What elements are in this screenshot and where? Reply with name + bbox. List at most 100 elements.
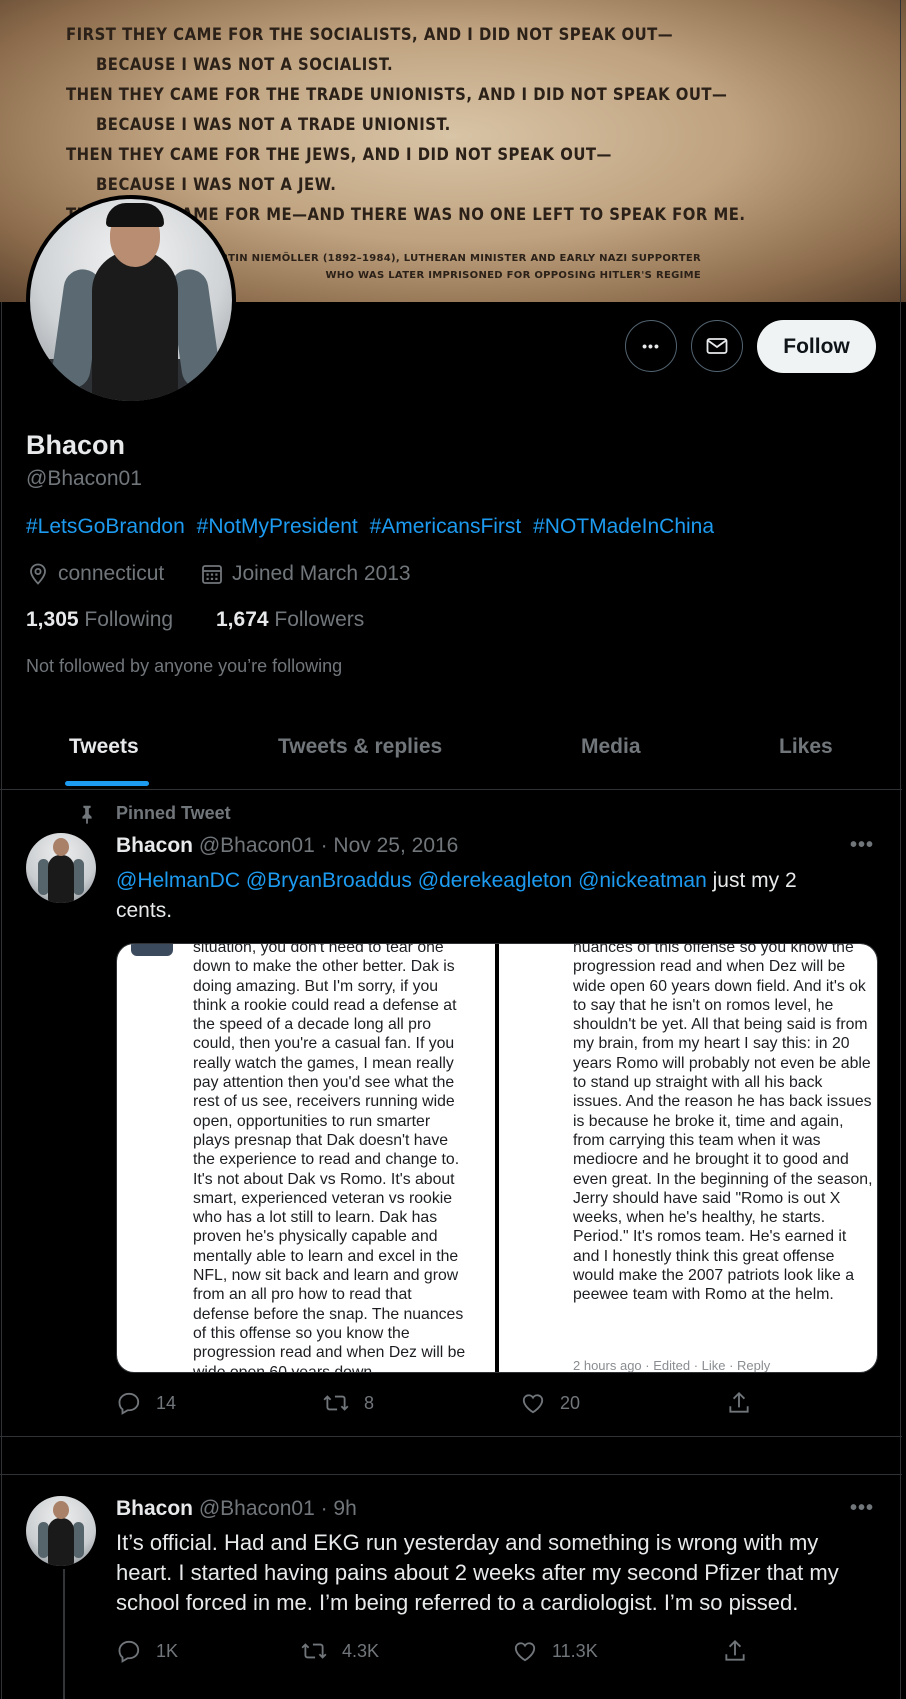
more-button[interactable]: ••• — [625, 320, 677, 372]
tweet-divider — [0, 1474, 902, 1475]
media-right-text: nuances of this offense so you know the … — [573, 944, 873, 1304]
location-icon — [30, 563, 46, 585]
tweet-text: @HelmanDC @BryanBroaddus @derekeagleton … — [116, 866, 856, 926]
tweet-author-handle[interactable]: @Bhacon01 — [199, 834, 315, 857]
profile-handle: @Bhacon01 — [26, 467, 142, 490]
like-icon — [514, 1642, 536, 1662]
retweet-button[interactable]: 4.3K — [300, 1638, 512, 1664]
like-count: 20 — [560, 1392, 581, 1413]
tweet-mention[interactable]: @derekeagleton — [418, 869, 572, 892]
avatar-torso — [48, 855, 74, 903]
reply-icon — [118, 1640, 140, 1663]
banner-line: FIRST THEY CAME FOR THE SOCIALISTS, AND … — [66, 25, 674, 44]
following-link[interactable]: 1,305 Following — [26, 608, 173, 632]
avatar-arm — [73, 859, 84, 895]
avatar-head — [53, 838, 69, 856]
reply-icon — [118, 1392, 140, 1415]
share-icon — [725, 1639, 745, 1661]
banner-line: THEN THEY CAME FOR THE JEWS, AND I DID N… — [66, 145, 612, 164]
tab-tweets[interactable]: Tweets — [69, 735, 139, 759]
tweet-avatar[interactable] — [26, 833, 96, 903]
retweet-button[interactable]: 8 — [322, 1390, 520, 1416]
bio-hashtag[interactable]: #LetsGoBrandon — [26, 515, 185, 538]
avatar-torso — [48, 1518, 74, 1566]
retweet-icon — [301, 1643, 327, 1659]
tweet-more-icon[interactable]: ••• — [850, 834, 874, 857]
like-button[interactable]: 20 — [520, 1390, 726, 1416]
pin-icon — [82, 805, 92, 825]
avatar-head — [53, 1501, 69, 1519]
tabs-divider — [0, 789, 902, 790]
message-button[interactable] — [691, 320, 743, 372]
followers-count: 1,674 — [216, 608, 269, 631]
follow-button[interactable]: Follow — [757, 320, 876, 373]
column-border — [900, 0, 901, 1699]
pinned-label: Pinned Tweet — [116, 803, 231, 823]
media-right-footer: 2 hours ago · Edited · Like · Reply — [573, 1358, 771, 1372]
tweet-author-handle[interactable]: @Bhacon01 — [199, 1497, 315, 1520]
profile-bio: #LetsGoBrandon #NotMyPresident #American… — [26, 515, 720, 539]
banner-quote: FIRST THEY CAME FOR THE SOCIALISTS, AND … — [66, 20, 745, 230]
tweet-timestamp[interactable]: · Nov 25, 2016 — [321, 834, 459, 857]
share-button[interactable] — [726, 1390, 752, 1416]
reply-count: 14 — [156, 1392, 177, 1413]
tweet-author-name[interactable]: Bhacon — [116, 834, 193, 857]
profile-joined: Joined March 2013 — [200, 562, 411, 586]
avatar-arm — [73, 1522, 84, 1558]
like-icon — [522, 1394, 544, 1414]
bio-hashtag[interactable]: #AmericansFirst — [370, 515, 522, 538]
tweet-header: Bhacon @Bhacon01 · 9h — [116, 1497, 357, 1521]
retweet-count: 4.3K — [342, 1640, 380, 1661]
following-count: 1,305 — [26, 608, 79, 631]
tweet-mention[interactable]: @BryanBroaddus — [246, 869, 412, 892]
banner-line: BECAUSE I WAS NOT A JEW. — [96, 175, 337, 194]
tweet-author-name[interactable]: Bhacon — [116, 1497, 193, 1520]
retweet-icon — [323, 1395, 349, 1411]
tweet-timestamp[interactable]: · 9h — [321, 1497, 357, 1520]
location-text: connecticut — [58, 562, 165, 585]
tab-tweets-and-replies[interactable]: Tweets & replies — [278, 735, 442, 759]
tab-media[interactable]: Media — [581, 735, 641, 759]
media-image-right[interactable]: nuances of this offense so you know the … — [499, 944, 877, 1372]
banner-line: BECAUSE I WAS NOT A SOCIALIST. — [96, 55, 394, 74]
retweet-count: 8 — [364, 1392, 375, 1413]
comment-avatar — [131, 944, 173, 956]
banner-line: BECAUSE I WAS NOT A TRADE UNIONIST. — [96, 115, 451, 134]
media-left-text: situation, you don't need to tear one do… — [193, 944, 466, 1372]
profile-avatar[interactable] — [26, 195, 236, 405]
tweet-actions: 14 8 20 — [116, 1390, 776, 1416]
column-border — [1, 302, 2, 1699]
profile-name: Bhacon — [26, 430, 126, 460]
following-label: Following — [84, 608, 174, 631]
tweet-actions: 1K 4.3K 11.3K — [116, 1638, 776, 1664]
banner-line: THEN THEY CAME FOR THE TRADE UNIONISTS, … — [66, 85, 728, 104]
followers-link[interactable]: 1,674 Followers — [216, 608, 364, 632]
followers-label: Followers — [274, 608, 365, 631]
tab-likes[interactable]: Likes — [779, 735, 833, 759]
tweet-header: Bhacon @Bhacon01 · Nov 25, 2016 — [116, 834, 458, 858]
tweet-media[interactable]: situation, you don't need to tear one do… — [116, 943, 878, 1373]
bio-hashtag[interactable]: #NotMyPresident — [197, 515, 358, 538]
tweet-mention[interactable]: @nickeatman — [578, 869, 707, 892]
tweet-text: It’s official. Had and EKG run yesterday… — [116, 1530, 839, 1615]
avatar-torso — [92, 251, 178, 401]
like-button[interactable]: 11.3K — [512, 1638, 722, 1664]
share-icon — [729, 1391, 749, 1413]
tweet-more-icon[interactable]: ••• — [850, 1497, 874, 1520]
tweet-avatar[interactable] — [26, 1496, 96, 1566]
reply-count: 1K — [156, 1640, 179, 1661]
bio-hashtag[interactable]: #NOTMadeInChina — [533, 515, 714, 538]
media-image-left[interactable]: situation, you don't need to tear one do… — [117, 944, 495, 1372]
share-button[interactable] — [722, 1638, 748, 1664]
not-followed-note: Not followed by anyone you’re following — [26, 656, 343, 676]
like-count: 11.3K — [552, 1640, 598, 1661]
reply-button[interactable]: 14 — [116, 1390, 322, 1416]
reply-button[interactable]: 1K — [116, 1638, 300, 1664]
mail-icon — [706, 338, 728, 354]
avatar-cap — [106, 203, 164, 227]
thread-connector — [63, 1569, 65, 1699]
tweet-mention[interactable]: @HelmanDC — [116, 869, 240, 892]
active-tab-indicator — [65, 781, 149, 786]
joined-text: Joined March 2013 — [232, 562, 411, 585]
profile-location: connecticut — [26, 562, 164, 586]
